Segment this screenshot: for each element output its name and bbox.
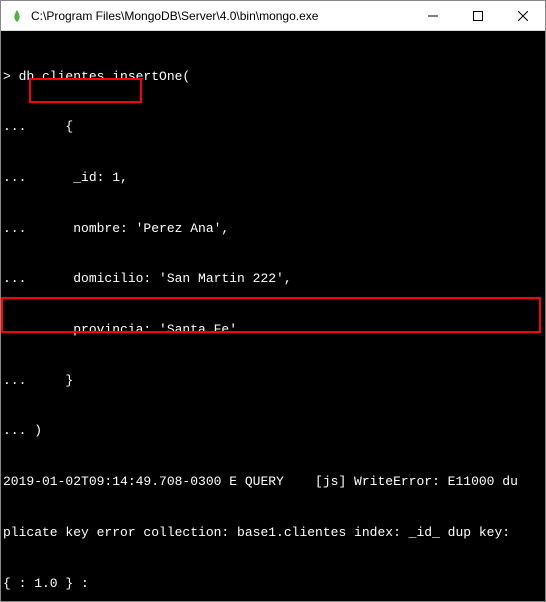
terminal-line: ... ) — [3, 423, 543, 440]
terminal-line: ... } — [3, 373, 543, 390]
titlebar: C:\Program Files\MongoDB\Server\4.0\bin\… — [1, 1, 545, 31]
minimize-button[interactable] — [410, 1, 455, 30]
terminal-line: ... provincia: 'Santa Fe' — [3, 322, 543, 339]
window: C:\Program Files\MongoDB\Server\4.0\bin\… — [0, 0, 546, 602]
terminal-line: ... nombre: 'Perez Ana', — [3, 221, 543, 238]
terminal-line: ... domicilio: 'San Martin 222', — [3, 271, 543, 288]
terminal-line: { : 1.0 } : — [3, 576, 543, 593]
terminal-line: plicate key error collection: base1.clie… — [3, 525, 543, 542]
terminal-line: 2019-01-02T09:14:49.708-0300 E QUERY [js… — [3, 474, 543, 491]
terminal-line: ... { — [3, 119, 543, 136]
terminal-line: > db.clientes.insertOne( — [3, 69, 543, 86]
titlebar-buttons — [410, 1, 545, 30]
app-icon — [9, 8, 25, 24]
terminal-line: ... _id: 1, — [3, 170, 543, 187]
terminal-output[interactable]: > db.clientes.insertOne( ... { ... _id: … — [1, 31, 545, 601]
maximize-button[interactable] — [455, 1, 500, 30]
window-title: C:\Program Files\MongoDB\Server\4.0\bin\… — [31, 9, 410, 23]
close-button[interactable] — [500, 1, 545, 30]
